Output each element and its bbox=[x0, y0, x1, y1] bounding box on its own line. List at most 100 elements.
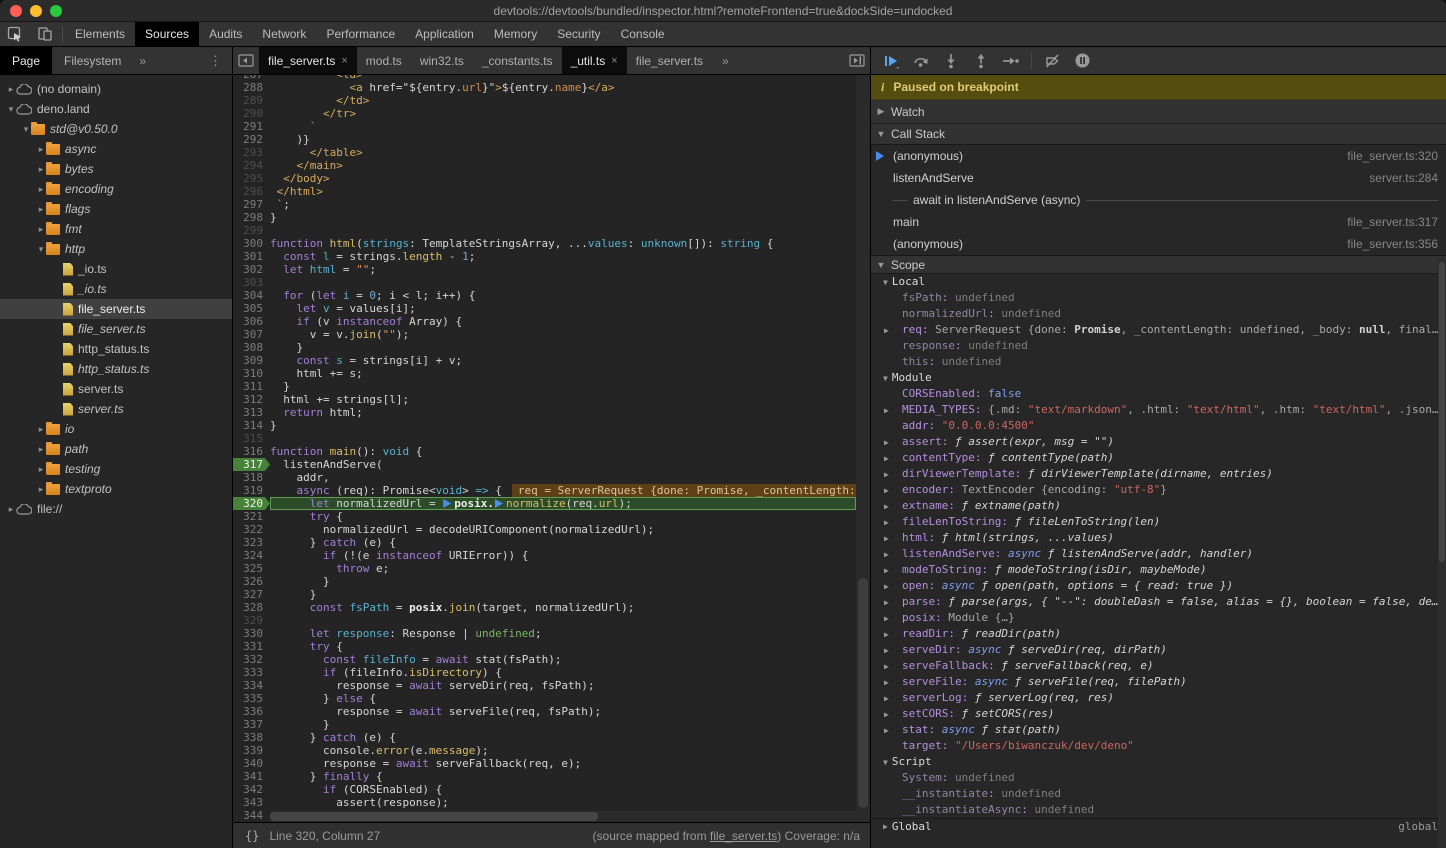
chevron-right-icon[interactable]: ▶ bbox=[884, 723, 889, 738]
line-number[interactable]: 304 bbox=[233, 289, 270, 302]
inspect-element-icon[interactable] bbox=[0, 22, 30, 46]
line-number[interactable]: 324 bbox=[233, 549, 270, 562]
scope-var-serverLog[interactable]: ▶serverLog: ƒ serverLog(req, res) bbox=[871, 690, 1446, 706]
scope-group-local[interactable]: ▼Local bbox=[871, 274, 1446, 290]
editor-tab-win32.ts[interactable]: win32.ts bbox=[411, 47, 473, 74]
more-editor-tabs-chevron[interactable]: » bbox=[712, 47, 739, 74]
editor-tab-_constants.ts[interactable]: _constants.ts bbox=[473, 47, 562, 74]
call-stack-frame[interactable]: listenAndServeserver.ts:284 bbox=[871, 167, 1446, 189]
line-number[interactable]: 289 bbox=[233, 94, 270, 107]
editor-tab-_util.ts[interactable]: _util.ts× bbox=[562, 47, 627, 74]
line-number[interactable]: 316 bbox=[233, 445, 270, 458]
editor-tab-mod.ts[interactable]: mod.ts bbox=[357, 47, 411, 74]
chevron-right-icon[interactable]: ▶ bbox=[884, 579, 889, 594]
close-tab-icon[interactable]: × bbox=[341, 55, 347, 67]
step-button[interactable] bbox=[997, 49, 1025, 73]
tree-item-textproto[interactable]: ▸textproto bbox=[0, 479, 232, 499]
chevron-right-icon[interactable]: ▸ bbox=[36, 144, 46, 155]
scope-var-posix[interactable]: ▶posix: Module {…} bbox=[871, 610, 1446, 626]
line-number[interactable]: 307 bbox=[233, 328, 270, 341]
tree-item-server.ts[interactable]: server.ts bbox=[0, 399, 232, 419]
tree-item-deno.land[interactable]: ▾deno.land bbox=[0, 99, 232, 119]
panel-tab-audits[interactable]: Audits bbox=[199, 22, 252, 46]
step-out-button[interactable] bbox=[967, 49, 995, 73]
scope-var-extname[interactable]: ▶extname: ƒ extname(path) bbox=[871, 498, 1446, 514]
line-number[interactable]: 291 bbox=[233, 120, 270, 133]
chevron-down-icon[interactable]: ▾ bbox=[6, 104, 16, 115]
chevron-down-icon[interactable]: ▾ bbox=[36, 244, 46, 255]
chevron-right-icon[interactable]: ▶ bbox=[884, 611, 889, 626]
editor-horizontal-scrollbar[interactable] bbox=[270, 811, 856, 822]
chevron-right-icon[interactable]: ▶ bbox=[884, 675, 889, 690]
chevron-right-icon[interactable]: ▶ bbox=[884, 707, 889, 722]
line-number[interactable]: 330 bbox=[233, 627, 270, 640]
tree-item-_io.ts[interactable]: _io.ts bbox=[0, 259, 232, 279]
chevron-right-icon[interactable]: ▶ bbox=[884, 643, 889, 658]
line-number[interactable]: 332 bbox=[233, 653, 270, 666]
tree-item-_io.ts[interactable]: _io.ts bbox=[0, 279, 232, 299]
line-number[interactable]: 333 bbox=[233, 666, 270, 679]
line-number[interactable]: 343 bbox=[233, 796, 270, 809]
step-into-marker-icon[interactable] bbox=[495, 499, 503, 508]
chevron-right-icon[interactable]: ▸ bbox=[6, 504, 16, 515]
line-number[interactable]: 327 bbox=[233, 588, 270, 601]
chevron-right-icon[interactable]: ▸ bbox=[36, 164, 46, 175]
scope-var-assert[interactable]: ▶assert: ƒ assert(expr, msg = "") bbox=[871, 434, 1446, 450]
step-into-button[interactable] bbox=[937, 49, 965, 73]
line-number[interactable]: 328 bbox=[233, 601, 270, 614]
scope-var-contentType[interactable]: ▶contentType: ƒ contentType(path) bbox=[871, 450, 1446, 466]
tree-item-file_server.ts[interactable]: file_server.ts bbox=[0, 299, 232, 319]
scope-var-req[interactable]: ▶req: ServerRequest {done: Promise, _con… bbox=[871, 322, 1446, 338]
line-number[interactable]: 296 bbox=[233, 185, 270, 198]
editor-tab-file_server.ts[interactable]: file_server.ts bbox=[627, 47, 712, 74]
tree-item-bytes[interactable]: ▸bytes bbox=[0, 159, 232, 179]
tab-filesystem[interactable]: Filesystem bbox=[52, 47, 133, 74]
line-number[interactable]: 305 bbox=[233, 302, 270, 315]
line-number[interactable]: 319 bbox=[233, 484, 270, 497]
chevron-right-icon[interactable]: ▸ bbox=[36, 484, 46, 495]
more-tabs-chevron[interactable]: » bbox=[133, 47, 152, 74]
hide-navigator-icon[interactable] bbox=[233, 47, 259, 74]
chevron-right-icon[interactable]: ▸ bbox=[36, 424, 46, 435]
chevron-right-icon[interactable]: ▶ bbox=[884, 323, 889, 338]
scope-group-global[interactable]: ▶Globalglobal bbox=[871, 818, 1446, 834]
line-number[interactable]: 314 bbox=[233, 419, 270, 432]
line-number[interactable]: 338 bbox=[233, 731, 270, 744]
line-number[interactable]: 303 bbox=[233, 276, 270, 289]
panel-tab-console[interactable]: Console bbox=[611, 22, 675, 46]
line-number[interactable]: 341 bbox=[233, 770, 270, 783]
tree-item-http[interactable]: ▾http bbox=[0, 239, 232, 259]
breakpoint-marker[interactable]: 317 bbox=[233, 458, 270, 471]
tree-item-server.ts[interactable]: server.ts bbox=[0, 379, 232, 399]
line-number[interactable]: 325 bbox=[233, 562, 270, 575]
tree-item-encoding[interactable]: ▸encoding bbox=[0, 179, 232, 199]
scope-var-html[interactable]: ▶html: ƒ html(strings, ...values) bbox=[871, 530, 1446, 546]
line-number[interactable]: 315 bbox=[233, 432, 270, 445]
call-stack-frame[interactable]: (anonymous)file_server.ts:356 bbox=[871, 233, 1446, 255]
line-number[interactable]: 342 bbox=[233, 783, 270, 796]
step-over-button[interactable] bbox=[907, 49, 935, 73]
chevron-right-icon[interactable]: ▸ bbox=[6, 84, 16, 95]
scope-var-parse[interactable]: ▶parse: ƒ parse(args, { "--": doubleDash… bbox=[871, 594, 1446, 610]
line-number[interactable]: 312 bbox=[233, 393, 270, 406]
panel-tab-sources[interactable]: Sources bbox=[135, 22, 199, 46]
chevron-right-icon[interactable]: ▶ bbox=[884, 691, 889, 706]
chevron-right-icon[interactable]: ▶ bbox=[884, 451, 889, 466]
scope-var-stat[interactable]: ▶stat: async ƒ stat(path) bbox=[871, 722, 1446, 738]
tree-item-file_server.ts[interactable]: file_server.ts bbox=[0, 319, 232, 339]
chevron-right-icon[interactable]: ▸ bbox=[36, 444, 46, 455]
tree-item-std-v0.50.0[interactable]: ▾std@v0.50.0 bbox=[0, 119, 232, 139]
chevron-right-icon[interactable]: ▸ bbox=[36, 464, 46, 475]
chevron-right-icon[interactable]: ▶ bbox=[884, 531, 889, 546]
source-map-link[interactable]: file_server.ts bbox=[710, 829, 777, 843]
tree-item-file---[interactable]: ▸file:// bbox=[0, 499, 232, 519]
chevron-right-icon[interactable]: ▸ bbox=[36, 224, 46, 235]
code-editor[interactable]: 287 <td>288 <a href="${entry.url}">${ent… bbox=[233, 75, 856, 822]
scope-var-encoder[interactable]: ▶encoder: TextEncoder {encoding: "utf-8"… bbox=[871, 482, 1446, 498]
line-number[interactable]: 322 bbox=[233, 523, 270, 536]
tab-page[interactable]: Page bbox=[0, 47, 52, 74]
resume-script-button[interactable] bbox=[877, 49, 905, 73]
line-number[interactable]: 337 bbox=[233, 718, 270, 731]
line-number[interactable]: 292 bbox=[233, 133, 270, 146]
line-number[interactable]: 294 bbox=[233, 159, 270, 172]
